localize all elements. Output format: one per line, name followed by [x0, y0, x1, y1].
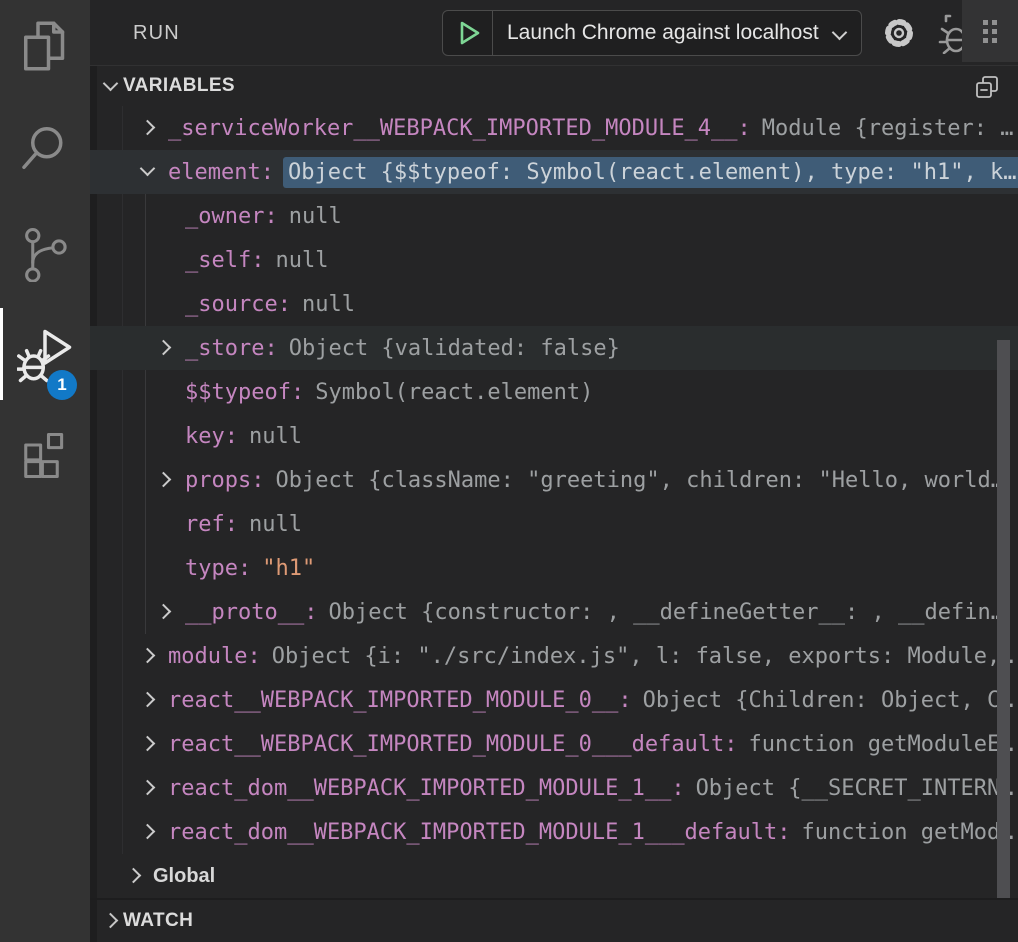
variable-value: Object {i: "./src/index.js", l: false, e… — [272, 644, 1014, 669]
variable-row-props[interactable]: props: Object {className: "greeting", ch… — [90, 458, 1018, 502]
collapse-all-icon[interactable] — [974, 74, 1000, 100]
scope-name: Global — [153, 865, 215, 888]
variable-row-ref[interactable]: ref: null — [90, 502, 1018, 546]
variable-name: _store: — [185, 336, 278, 361]
variable-value: Module {register: … — [762, 116, 1014, 141]
explorer-icon[interactable] — [17, 18, 73, 74]
extensions-icon[interactable] — [17, 424, 73, 480]
variable-value: Object {validated: false} — [289, 336, 620, 361]
variable-row-key[interactable]: key: null — [90, 414, 1018, 458]
variable-name: react__WEBPACK_IMPORTED_MODULE_0__: — [168, 688, 632, 713]
launch-config-label: Launch Chrome against localhost — [507, 21, 819, 45]
variable-value: Object {Children: Object, C… — [643, 688, 1014, 713]
variables-section-header[interactable]: VARIABLES — [90, 66, 1018, 106]
variable-value-selected: Object {$$typeof: Symbol(react.element),… — [283, 157, 1018, 188]
chevron-right-icon[interactable] — [156, 472, 172, 488]
variable-name: element: — [168, 160, 274, 185]
chevron-down-icon — [832, 25, 848, 41]
activity-bar: 1 — [0, 0, 90, 942]
chevron-down-icon[interactable] — [140, 161, 156, 177]
variable-value: function getModuleE… — [749, 732, 1014, 757]
watch-section-header[interactable]: WATCH — [90, 900, 1018, 942]
vscode-debug-sidebar: 1 RUN Launch Chrome against localhost — [0, 0, 1018, 942]
watch-title: WATCH — [123, 910, 193, 932]
layout-grid-icon — [983, 20, 997, 43]
start-debugging-button[interactable] — [443, 11, 493, 55]
variable-name: react__WEBPACK_IMPORTED_MODULE_0___defau… — [168, 732, 738, 757]
variable-row-source[interactable]: _source: null — [90, 282, 1018, 326]
variable-value: null — [249, 512, 302, 537]
chevron-right-icon[interactable] — [140, 736, 156, 752]
variable-row-react-dom-module-1[interactable]: react_dom__WEBPACK_IMPORTED_MODULE_1__: … — [90, 766, 1018, 810]
chevron-right-icon[interactable] — [140, 120, 156, 136]
panel-title: RUN — [133, 22, 180, 45]
variable-value: null — [302, 292, 355, 317]
variable-name: props: — [185, 468, 264, 493]
variable-value: Object {className: "greeting", children:… — [275, 468, 1003, 493]
variable-row-module[interactable]: module: Object {i: "./src/index.js", l: … — [90, 634, 1018, 678]
debug-side-panel: RUN Launch Chrome against localhost — [90, 0, 1018, 942]
chevron-right-icon[interactable] — [126, 868, 142, 884]
variable-name: __proto__: — [185, 600, 317, 625]
variable-row-react-module-0-default[interactable]: react__WEBPACK_IMPORTED_MODULE_0___defau… — [90, 722, 1018, 766]
variable-name: _serviceWorker__WEBPACK_IMPORTED_MODULE_… — [168, 116, 751, 141]
variable-name: module: — [168, 644, 261, 669]
active-view-indicator — [0, 308, 3, 400]
variable-row-serviceworker[interactable]: _serviceWorker__WEBPACK_IMPORTED_MODULE_… — [90, 106, 1018, 150]
variable-row-owner[interactable]: _owner: null — [90, 194, 1018, 238]
variable-name: react_dom__WEBPACK_IMPORTED_MODULE_1___d… — [168, 820, 791, 845]
search-icon[interactable] — [17, 120, 73, 176]
variable-row-element[interactable]: element: Object {$$typeof: Symbol(react.… — [90, 150, 1018, 194]
variable-name: type: — [185, 556, 251, 581]
variable-row-self[interactable]: _self: null — [90, 238, 1018, 282]
customize-layout-button[interactable] — [962, 0, 1018, 62]
variables-tree: _serviceWorker__WEBPACK_IMPORTED_MODULE_… — [90, 106, 1018, 898]
scope-row-global[interactable]: Global — [90, 854, 1018, 898]
variable-row-store[interactable]: _store: Object {validated: false} — [90, 326, 1018, 370]
variable-value: Symbol(react.element) — [315, 380, 593, 405]
variable-value: null — [249, 424, 302, 449]
variable-value: Object {constructor: , __defineGetter__:… — [328, 600, 1004, 625]
chevron-right-icon[interactable] — [140, 780, 156, 796]
launch-config-dropdown[interactable]: Launch Chrome against localhost — [442, 10, 862, 56]
variable-row-proto[interactable]: __proto__: Object {constructor: , __defi… — [90, 590, 1018, 634]
source-control-icon[interactable] — [17, 226, 73, 282]
gear-icon[interactable] — [882, 16, 916, 50]
variable-name: _owner: — [185, 204, 278, 229]
chevron-right-icon[interactable] — [156, 604, 172, 620]
variable-name: _source: — [185, 292, 291, 317]
debug-badge: 1 — [47, 370, 77, 400]
variable-value: null — [289, 204, 342, 229]
variable-name: $$typeof: — [185, 380, 304, 405]
variable-name: react_dom__WEBPACK_IMPORTED_MODULE_1__: — [168, 776, 685, 801]
variable-value: function getMod… — [802, 820, 1014, 845]
variable-row-typeof[interactable]: $$typeof: Symbol(react.element) — [90, 370, 1018, 414]
variables-title: VARIABLES — [123, 75, 235, 97]
chevron-down-icon — [103, 76, 119, 92]
variable-row-type[interactable]: type: "h1" — [90, 546, 1018, 590]
variable-value: null — [275, 248, 328, 273]
run-toolbar: RUN Launch Chrome against localhost — [90, 0, 1018, 66]
chevron-right-icon[interactable] — [140, 648, 156, 664]
variable-value: Object {__SECRET_INTERN… — [696, 776, 1014, 801]
variable-name: ref: — [185, 512, 238, 537]
vertical-scrollbar[interactable] — [997, 340, 1010, 898]
variable-row-react-module-0[interactable]: react__WEBPACK_IMPORTED_MODULE_0__: Obje… — [90, 678, 1018, 722]
variable-row-react-dom-module-1-default[interactable]: react_dom__WEBPACK_IMPORTED_MODULE_1___d… — [90, 810, 1018, 854]
chevron-right-icon[interactable] — [140, 692, 156, 708]
chevron-right-icon — [103, 913, 119, 929]
variable-name: _self: — [185, 248, 264, 273]
variable-name: key: — [185, 424, 238, 449]
variable-value-string: "h1" — [262, 556, 315, 581]
chevron-right-icon[interactable] — [156, 340, 172, 356]
chevron-right-icon[interactable] — [140, 824, 156, 840]
